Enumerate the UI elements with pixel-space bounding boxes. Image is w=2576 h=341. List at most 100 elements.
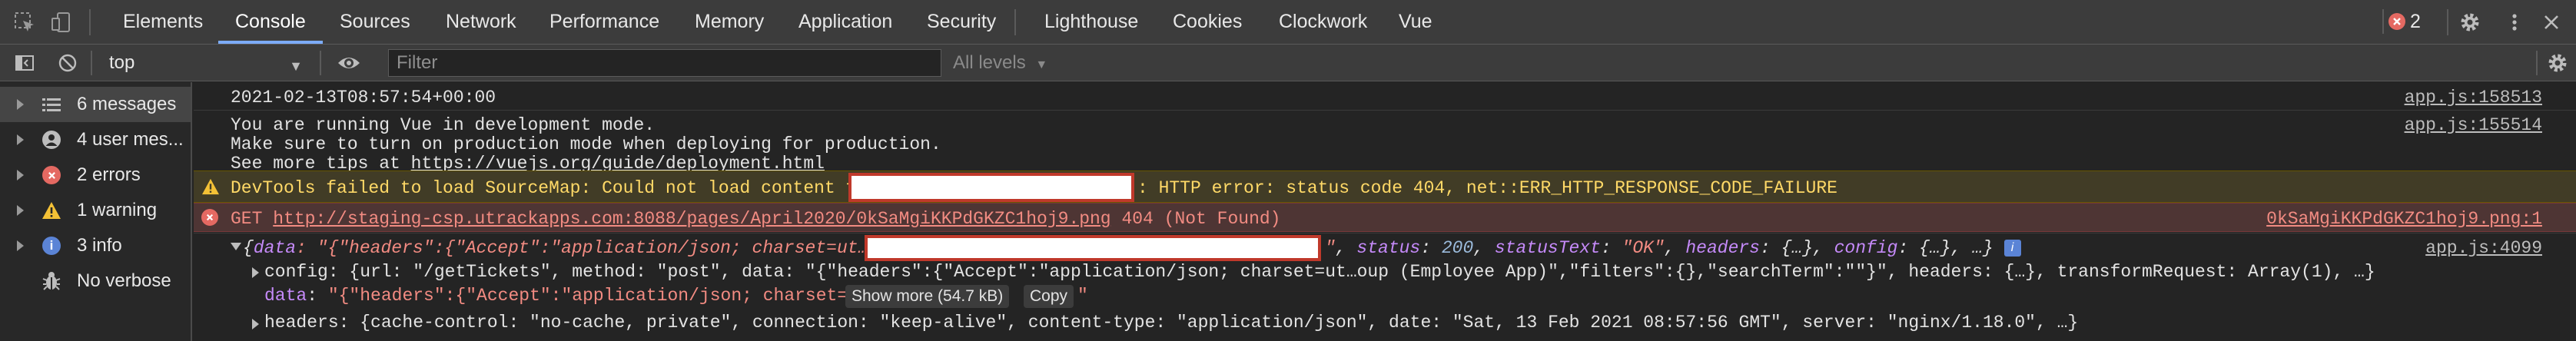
- prop-key: data: [253, 238, 297, 258]
- clear-console-icon[interactable]: [54, 49, 81, 77]
- error-icon: [201, 209, 218, 226]
- source-link[interactable]: app.js:4099: [2425, 238, 2542, 258]
- log-text: Make sure to turn on production mode whe…: [231, 134, 941, 154]
- data-property: data: "{"headers":{"Accept":"application…: [264, 286, 869, 306]
- info-badge-icon[interactable]: i: [2003, 239, 2021, 257]
- console-sidebar: 6 messages 4 user mes... 2 errors 1 warn…: [0, 82, 192, 341]
- prop-value: 200: [1441, 238, 1474, 258]
- expand-arrow-icon[interactable]: [252, 319, 259, 329]
- prop-value: {…}: [1781, 238, 1814, 258]
- toolbar-separator: [2536, 51, 2538, 75]
- expand-arrow-icon[interactable]: [252, 267, 259, 278]
- filter-input[interactable]: [388, 49, 941, 77]
- tab-elements[interactable]: Elements: [123, 0, 203, 45]
- object-preview[interactable]: {data: "{"headers":{"Accept":"applicatio…: [243, 238, 890, 258]
- tab-cookies[interactable]: Cookies: [1173, 0, 1242, 45]
- tab-security[interactable]: Security: [927, 0, 996, 45]
- expand-arrow-icon[interactable]: [17, 170, 24, 180]
- tab-console[interactable]: Console: [235, 0, 306, 45]
- sidebar-item-warnings[interactable]: 1 warning: [0, 193, 191, 228]
- toolbar-separator: [320, 51, 321, 75]
- info-icon: i: [41, 236, 61, 256]
- tab-vue[interactable]: Vue: [1399, 0, 1432, 45]
- sidebar-item-label: 4 user mes...: [77, 129, 184, 150]
- sidebar-item-user-messages[interactable]: 4 user mes...: [0, 122, 191, 157]
- source-link[interactable]: app.js:155514: [2405, 115, 2542, 135]
- show-more-button[interactable]: Show more (54.7 kB): [845, 285, 1010, 308]
- inspect-element-icon[interactable]: [11, 8, 38, 36]
- tab-clockwork[interactable]: Clockwork: [1279, 0, 1367, 45]
- expand-arrow-icon[interactable]: [17, 99, 24, 110]
- error-count: 2: [2410, 10, 2421, 32]
- request-url-link[interactable]: http://staging-csp.utrackapps.com:8088/p…: [273, 209, 1110, 229]
- close-devtools-icon[interactable]: [2538, 8, 2565, 36]
- tab-separator: [89, 9, 91, 35]
- log-text: You are running Vue in development mode.: [231, 115, 656, 135]
- list-icon: [41, 94, 61, 114]
- console-message-log: You are running Vue in development mode.…: [194, 110, 2576, 174]
- warning-text: DevTools failed to load SourceMap: Could…: [231, 178, 878, 198]
- live-expression-eye-icon[interactable]: [335, 49, 363, 77]
- prop-value-end: ": [1077, 286, 1088, 306]
- tab-sources[interactable]: Sources: [340, 0, 410, 45]
- warning-icon: [201, 178, 220, 200]
- devtools-tab-bar: Elements Console Sources Network Perform…: [0, 0, 2576, 45]
- source-link[interactable]: 0kSaMgiKKPdGKZC1hoj9.png:1: [2266, 209, 2542, 229]
- expand-arrow-icon[interactable]: [17, 205, 24, 216]
- console-toolbar: top ▼ All levels ▼: [0, 45, 2576, 81]
- error-count-badge[interactable]: 2: [2382, 9, 2435, 34]
- brace: …}: [1972, 238, 1993, 258]
- http-status: 404 (Not Found): [1121, 209, 1281, 229]
- sidebar-item-label: 6 messages: [77, 94, 177, 114]
- tab-application[interactable]: Application: [798, 0, 892, 45]
- sidebar-item-label: 1 warning: [77, 200, 158, 220]
- execution-context-select[interactable]: top ▼: [98, 48, 314, 78]
- tab-memory[interactable]: Memory: [695, 0, 764, 45]
- expand-arrow-icon[interactable]: [17, 134, 24, 145]
- prop-value: : "{"headers":{"Accept":"application/jso…: [296, 238, 880, 258]
- redacted-block: [865, 235, 1321, 261]
- expand-arrow-icon[interactable]: [17, 240, 24, 251]
- log-text: 2021-02-13T08:57:54+00:00: [231, 88, 496, 108]
- more-options-icon[interactable]: [2501, 8, 2528, 36]
- source-link[interactable]: app.js:158513: [2405, 88, 2542, 108]
- config-property[interactable]: config: {url: "/getTickets", method: "po…: [264, 262, 2375, 282]
- warning-text-suffix: : HTTP error: status code 404, net::ERR_…: [1137, 178, 1837, 198]
- sidebar-item-label: 2 errors: [77, 164, 141, 185]
- prop-key: config: [1834, 238, 1898, 258]
- error-icon: [2388, 13, 2405, 30]
- object-preview-rest: ", status: 200, statusText: "OK", header…: [1325, 238, 2021, 258]
- error-icon: [41, 165, 61, 185]
- console-message-error: GET http://staging-csp.utrackapps.com:80…: [194, 203, 2576, 232]
- console-message-object: {data: "{"headers":{"Accept":"applicatio…: [194, 233, 2576, 341]
- chevron-down-icon: ▼: [289, 58, 303, 74]
- headers-property[interactable]: headers: {cache-control: "no-cache, priv…: [264, 313, 2078, 333]
- tab-network[interactable]: Network: [446, 0, 516, 45]
- tab-lighthouse[interactable]: Lighthouse: [1044, 0, 1138, 45]
- prop-key: headers: [1685, 238, 1760, 258]
- log-levels-dropdown[interactable]: All levels ▼: [953, 48, 1047, 81]
- device-toolbar-icon[interactable]: [48, 8, 75, 36]
- prop-value: ": [1325, 238, 1336, 258]
- console-messages: 2021-02-13T08:57:54+00:00 app.js:158513 …: [194, 82, 2576, 341]
- collapse-arrow-icon[interactable]: [231, 243, 241, 250]
- context-value: top: [109, 52, 135, 73]
- console-message-warning: DevTools failed to load SourceMap: Could…: [194, 170, 2576, 203]
- bug-icon: [41, 271, 61, 291]
- settings-gear-icon[interactable]: [2456, 8, 2484, 36]
- active-tab-indicator: [218, 41, 323, 44]
- sidebar-item-info[interactable]: i 3 info: [0, 228, 191, 263]
- tab-performance[interactable]: Performance: [549, 0, 659, 45]
- console-message-log: 2021-02-13T08:57:54+00:00 app.js:158513: [194, 82, 2576, 110]
- sidebar-toggle-icon[interactable]: [11, 49, 38, 77]
- prop-value: "OK": [1622, 238, 1665, 258]
- sidebar-item-verbose[interactable]: No verbose: [0, 263, 191, 299]
- chevron-down-icon: ▼: [1035, 58, 1048, 71]
- log-levels-label: All levels: [953, 52, 1026, 73]
- copy-button[interactable]: Copy: [1024, 285, 1074, 308]
- warning-icon: [41, 200, 61, 220]
- sidebar-item-messages[interactable]: 6 messages: [0, 87, 191, 122]
- console-settings-gear-icon[interactable]: [2544, 49, 2571, 77]
- prop-value: "{"headers":{"Accept":"application/json;…: [327, 286, 869, 306]
- sidebar-item-errors[interactable]: 2 errors: [0, 157, 191, 193]
